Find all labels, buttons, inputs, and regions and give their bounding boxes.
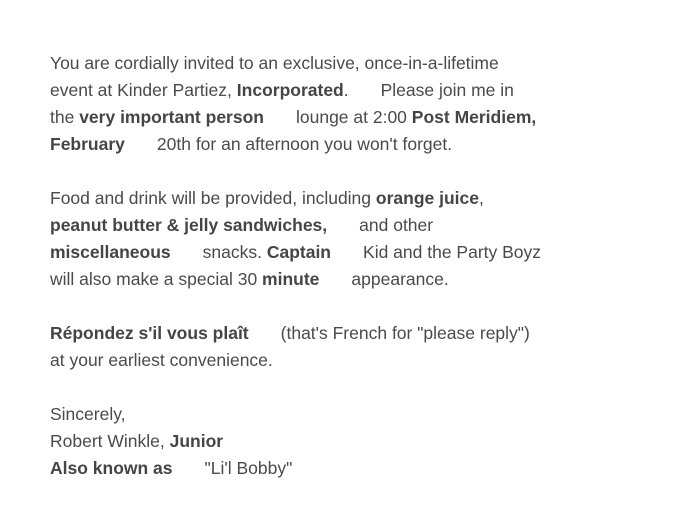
line: the very important person lounge at 2:00 … — [50, 104, 670, 131]
bold-text: Junior — [169, 431, 224, 451]
line: Food and drink will be provided, includi… — [50, 185, 670, 212]
text: and other — [359, 215, 434, 235]
text: lounge at 2:00 — [295, 107, 412, 127]
text: event at Kinder Partiez, — [50, 80, 237, 100]
bold-text: Captain — [266, 242, 332, 262]
text: Food and drink will be provided, includi… — [50, 188, 376, 208]
closing: Sincerely, — [50, 404, 126, 424]
invitation-letter: You are cordially invited to an exclusiv… — [50, 50, 670, 509]
line: Sincerely, — [50, 401, 670, 428]
text: , — [478, 188, 484, 208]
line: Also known as "Li'l Bobby" — [50, 455, 670, 482]
bold-text: , — [531, 107, 537, 127]
text: Please join me in — [380, 80, 514, 100]
line: will also make a special 30 minute appear… — [50, 266, 670, 293]
text: at your earliest convenience. — [50, 350, 273, 370]
line: event at Kinder Partiez, Incorporated. Pl… — [50, 77, 670, 104]
nickname: "Li'l Bobby" — [204, 458, 293, 478]
text: snacks. — [202, 242, 267, 262]
signer-name: Robert Winkle, — [50, 431, 170, 451]
bold-text: minute — [262, 269, 320, 289]
paragraph-rsvp: Répondez s'il vous plaît (that's French f… — [50, 320, 670, 374]
bold-text: orange juice — [375, 188, 479, 208]
line: You are cordially invited to an exclusiv… — [50, 50, 670, 77]
paragraph-food: Food and drink will be provided, includi… — [50, 185, 670, 293]
paragraph-invitation: You are cordially invited to an exclusiv… — [50, 50, 670, 158]
line: peanut butter & jelly sandwiches, and oth… — [50, 212, 670, 239]
bold-text: Incorporated — [236, 80, 344, 100]
text: . — [343, 80, 349, 100]
bold-text: February — [50, 134, 125, 154]
text: Kid and the Party Boyz — [363, 242, 542, 262]
bold-text: miscellaneous — [50, 242, 171, 262]
paragraph-signature: Sincerely, Robert Winkle, Junior Also kn… — [50, 401, 670, 482]
line: February 20th for an afternoon you won't … — [50, 131, 670, 158]
bold-text: Also known as — [50, 458, 173, 478]
text: appearance. — [351, 269, 449, 289]
line: Robert Winkle, Junior — [50, 428, 670, 455]
text: 20th for an afternoon you won't forget. — [156, 134, 453, 154]
bold-text: very important person — [79, 107, 264, 127]
bold-text: Post Meridiem — [411, 107, 532, 127]
text: the — [50, 107, 80, 127]
line: at your earliest convenience. — [50, 347, 670, 374]
bold-text: Répondez s'il vous plaît — [50, 323, 249, 343]
line: miscellaneous snacks. Captain Kid and the … — [50, 239, 670, 266]
text: will also make a special 30 — [50, 269, 263, 289]
text: (that's French for "please reply") — [280, 323, 530, 343]
bold-text: peanut butter & jelly sandwiches, — [50, 215, 328, 235]
line: Répondez s'il vous plaît (that's French f… — [50, 320, 670, 347]
text: You are cordially invited to an exclusiv… — [50, 53, 499, 73]
